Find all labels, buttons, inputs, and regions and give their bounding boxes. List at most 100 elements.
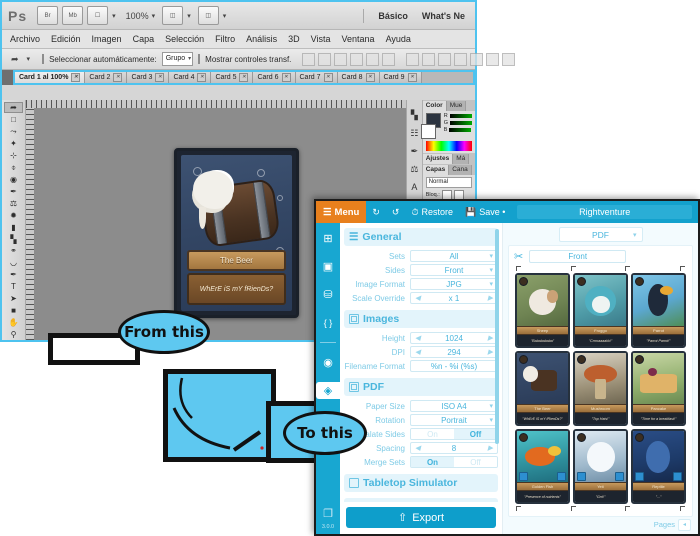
redo-button[interactable]: ↺	[386, 207, 406, 218]
document-tab-card-7[interactable]: Card 7 ✕	[295, 72, 338, 83]
close-icon[interactable]: ✕	[239, 73, 249, 82]
document-tab-card-9[interactable]: Card 9 ✕	[379, 72, 422, 83]
screen-mode-button[interactable]: ◫	[197, 6, 219, 25]
lasso-tool-icon[interactable]: ⤳	[4, 126, 23, 137]
pen-tool-icon[interactable]: ✒	[4, 269, 23, 280]
tab-swatches[interactable]: Mue	[446, 101, 467, 111]
mini-bridge-button[interactable]: Mb	[62, 6, 84, 25]
stepper-increase-icon[interactable]: ▶	[488, 294, 493, 302]
clone-source-icon[interactable]: ⚖	[410, 164, 418, 175]
scale-override-stepper[interactable]: ◀ x 1 ▶	[410, 292, 498, 304]
merge-sets-toggle[interactable]: On Off	[410, 456, 498, 468]
document-tab-card-3[interactable]: Card 3 ✕	[127, 72, 170, 83]
menu-ventana[interactable]: Ventana	[342, 34, 375, 44]
document-tab-card-4[interactable]: Card 4 ✕	[169, 72, 212, 83]
card-preview-mushroom[interactable]: Mushroom "Top Hats!"	[573, 351, 628, 426]
sidebar-item-code[interactable]: { }	[318, 314, 338, 331]
move-tool-icon[interactable]: ➦	[4, 102, 23, 114]
crop-tool-icon[interactable]: ⊹	[4, 150, 23, 161]
document-tab-card-5[interactable]: Card 5 ✕	[211, 72, 254, 83]
restore-button[interactable]: ⏱ Restore	[405, 207, 459, 218]
distribute-left-icon[interactable]	[454, 52, 468, 66]
undo-button[interactable]: ↻	[366, 207, 386, 218]
clone-stamp-tool-icon[interactable]: ⚖	[4, 198, 23, 209]
close-icon[interactable]: ✕	[407, 73, 417, 82]
page-prev-button[interactable]: ◂	[678, 518, 691, 531]
hand-tool-icon[interactable]: ✋	[4, 317, 23, 328]
marquee-tool-icon[interactable]: □	[4, 114, 23, 125]
stepper-decrease-icon[interactable]: ◀	[415, 294, 420, 302]
move-tool-icon[interactable]: ➦	[11, 54, 19, 65]
toggle-on-option[interactable]: On	[411, 429, 454, 439]
close-icon[interactable]: ✕	[323, 73, 333, 82]
sidebar-item-image[interactable]: ▣	[318, 258, 338, 275]
export-button[interactable]: ⇧ Export	[346, 507, 496, 528]
distribute-right-icon[interactable]	[486, 52, 500, 66]
sides-select[interactable]: Front	[410, 264, 498, 277]
section-checkbox-icon[interactable]	[349, 478, 359, 488]
blur-tool-icon[interactable]: ⚭	[4, 246, 23, 257]
preview-format-select[interactable]: PDF	[558, 227, 643, 242]
close-icon[interactable]: ✕	[197, 73, 207, 82]
rectangle-tool-icon[interactable]: ■	[4, 305, 23, 316]
workspace-basic[interactable]: Básico	[378, 11, 408, 21]
intercalate-sides-toggle[interactable]: On Off	[410, 428, 498, 440]
eraser-tool-icon[interactable]: ▮	[4, 222, 23, 233]
document-tab-card-2[interactable]: Card 2 ✕	[85, 72, 128, 83]
arrange-documents-button[interactable]: ◫	[162, 6, 184, 25]
card-preview-yeti[interactable]: Yeti "Grrl!"	[573, 429, 628, 504]
healing-brush-tool-icon[interactable]: ◉	[4, 174, 23, 185]
toggle-off-option[interactable]: Off	[454, 429, 497, 439]
distribute-top-icon[interactable]	[406, 52, 420, 66]
menu-button[interactable]: ☰ Menu	[316, 201, 367, 223]
menu-3d[interactable]: 3D	[288, 34, 300, 44]
section-checkbox-icon[interactable]	[349, 382, 359, 392]
navigator-icon[interactable]: ☷	[410, 128, 418, 139]
stepper-increase-icon[interactable]: ▶	[488, 334, 493, 342]
dodge-tool-icon[interactable]: ◡	[4, 257, 23, 268]
card-preview-sheep[interactable]: Sheep "Bababababa"	[515, 273, 570, 348]
zoom-tool-icon[interactable]: ⚲	[4, 329, 23, 340]
tab-canales[interactable]: Cana	[449, 165, 472, 175]
tab-color[interactable]: Color	[422, 101, 447, 111]
align-bottom-icon[interactable]	[334, 52, 348, 66]
show-transform-checkbox[interactable]	[198, 54, 201, 64]
stepper-decrease-icon[interactable]: ◀	[415, 348, 420, 356]
tab-mascaras[interactable]: Má	[453, 154, 470, 164]
sidebar-item-play[interactable]: ◉	[318, 354, 338, 371]
image-format-select[interactable]: JPG	[410, 278, 498, 291]
menu-vista[interactable]: Vista	[311, 34, 331, 44]
close-icon[interactable]: ✕	[113, 73, 123, 82]
card-preview-the-beer[interactable]: The Beer "WhErE iS mY fRienDs?"	[515, 351, 570, 426]
section-header-3d-models[interactable]: 3D Models	[344, 498, 498, 502]
auto-align-icon[interactable]	[502, 52, 516, 66]
card-preview-parrot[interactable]: Parrot "Parrot Parrot!"	[631, 273, 686, 348]
spacing-stepper[interactable]: ◀ 8 ▶	[410, 442, 498, 454]
align-top-icon[interactable]	[302, 52, 316, 66]
brush-tool-icon[interactable]: ✒	[4, 186, 23, 197]
tab-ajustes[interactable]: Ajustes	[422, 154, 454, 164]
stepper-increase-icon[interactable]: ▶	[488, 444, 493, 452]
document-tab-card-8[interactable]: Card 8 ✕	[337, 72, 380, 83]
menu-archivo[interactable]: Archivo	[10, 34, 40, 44]
preview-sheet[interactable]: ✂ Front Sheep "Bababababa" Froggo "Crrro…	[508, 245, 693, 517]
path-selection-tool-icon[interactable]: ➤	[4, 293, 23, 304]
section-header-pdf[interactable]: PDF	[344, 378, 498, 396]
stepper-decrease-icon[interactable]: ◀	[415, 444, 420, 452]
character-icon[interactable]: A	[411, 182, 417, 192]
channel-slider-g[interactable]	[450, 121, 472, 125]
section-header-images[interactable]: Images	[344, 310, 498, 328]
document-tab-card-6[interactable]: Card 6 ✕	[253, 72, 296, 83]
paper-size-select[interactable]: ISO A4	[410, 400, 498, 413]
save-button[interactable]: 💾 Save •	[459, 207, 511, 218]
dpi-stepper[interactable]: ◀ 294 ▶	[410, 346, 498, 358]
brush-presets-icon[interactable]: ✒	[411, 146, 419, 157]
view-extras-button[interactable]: ☐	[87, 6, 109, 25]
card-preview-reptile[interactable]: Reptile "..."	[631, 429, 686, 504]
auto-select-checkbox[interactable]	[42, 54, 45, 64]
scissors-icon[interactable]: ✂	[514, 250, 523, 263]
settings-scroll-area[interactable]: ☰ General Sets All Sides Front Image For…	[340, 223, 502, 502]
zoom-caret-icon[interactable]: ▾	[152, 12, 156, 20]
project-title[interactable]: Rightventure	[517, 205, 692, 219]
histogram-icon[interactable]: ▚	[411, 110, 418, 121]
